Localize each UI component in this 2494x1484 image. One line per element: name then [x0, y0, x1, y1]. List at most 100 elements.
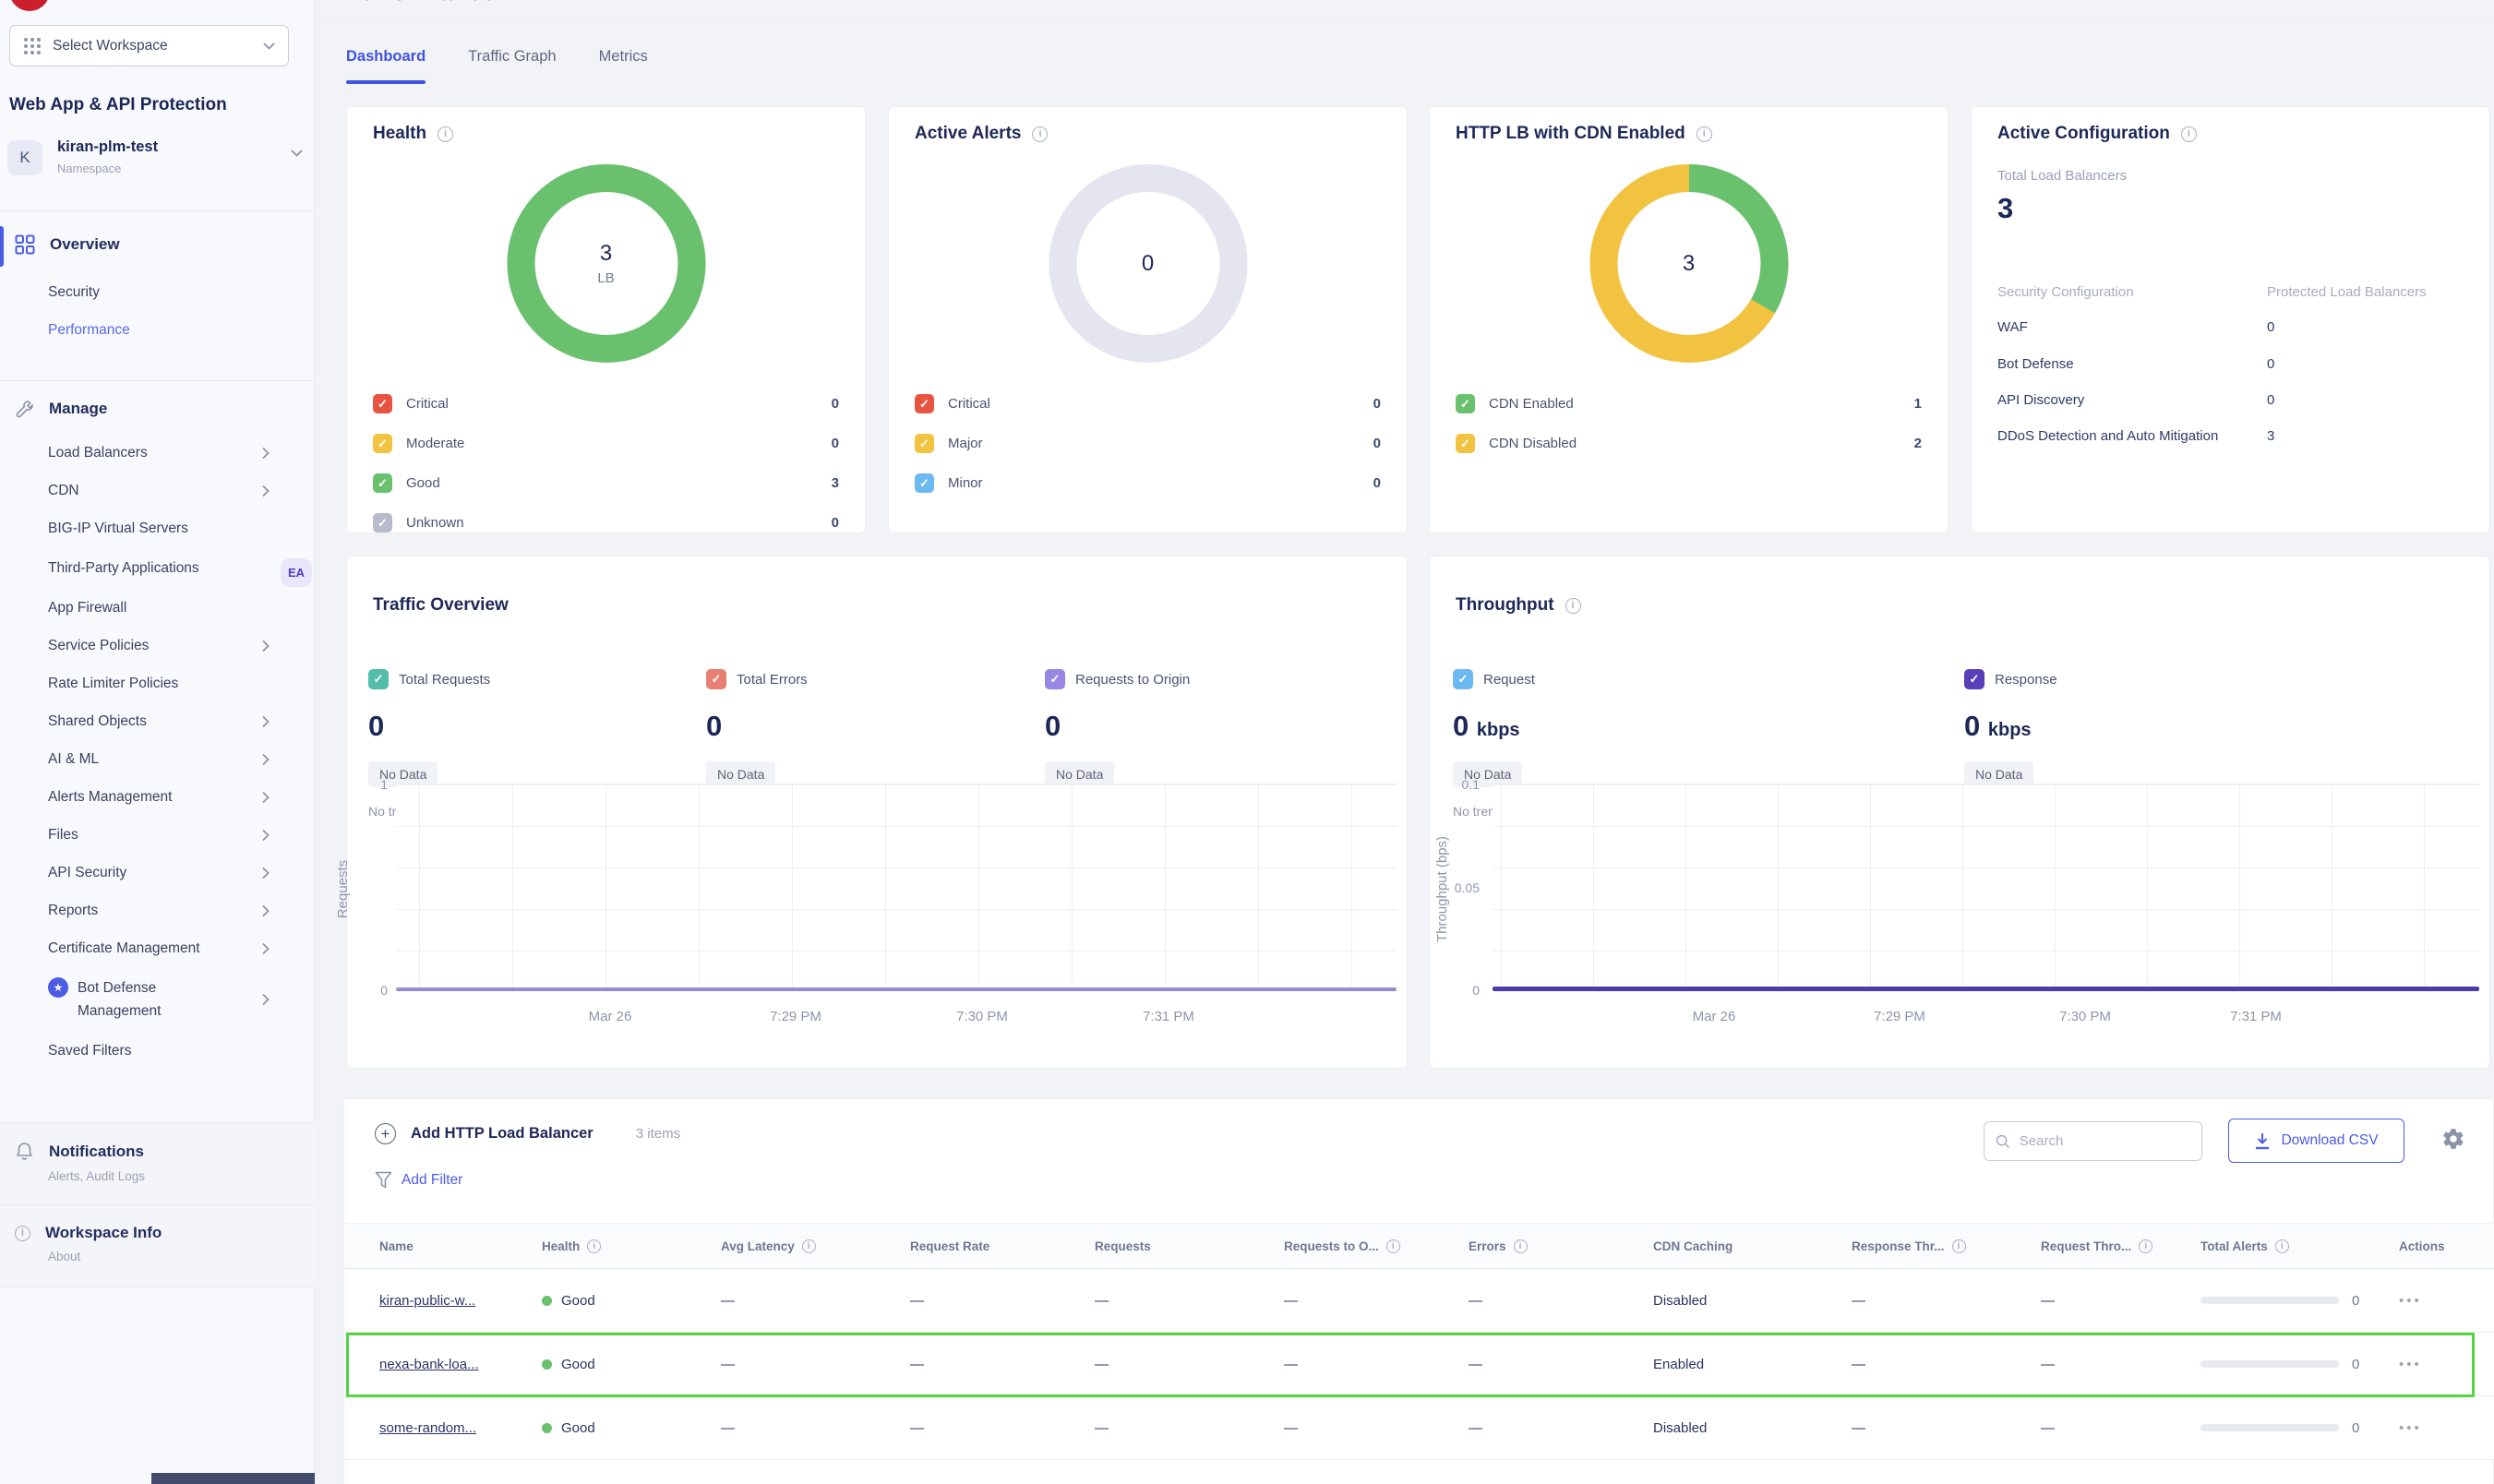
alerts-progress-bar	[2200, 1297, 2339, 1304]
info-icon[interactable]: i	[1952, 1239, 1966, 1253]
row-actions-menu-icon[interactable]: •••	[2399, 1293, 2422, 1309]
add-http-load-balancer-button[interactable]: + Add HTTP Load Balancer	[375, 1123, 594, 1144]
config-row-value: 0	[2267, 319, 2274, 335]
sidebar-item-certificate-management[interactable]: Certificate Management	[48, 929, 290, 967]
sidebar-item-rate-limiter-policies[interactable]: Rate Limiter Policies	[48, 664, 290, 702]
requests-to-origin-cell: —	[1284, 1420, 1469, 1436]
info-icon[interactable]: i	[2275, 1239, 2289, 1253]
sidebar-item-bot-defense-management[interactable]: ★ Bot Defense Management	[48, 967, 290, 1032]
sidebar-section-overview: Overview Security Performance	[0, 221, 315, 349]
row-actions-menu-icon[interactable]: •••	[2399, 1420, 2422, 1436]
info-icon[interactable]: i	[802, 1239, 816, 1253]
x-tick: 7:30 PM	[2059, 1009, 2111, 1024]
page-title: Performance	[343, 0, 731, 11]
sidebar-item-third-party-applications[interactable]: Third-Party ApplicationsEA	[48, 547, 260, 589]
y-axis-label: Requests	[335, 860, 351, 918]
sidebar-item-service-policies[interactable]: Service Policies	[48, 627, 290, 664]
col-health: Healthi	[542, 1239, 721, 1253]
response-value: 0	[1964, 710, 1980, 742]
x-tick: Mar 26	[589, 1009, 632, 1024]
info-icon[interactable]: i	[1032, 126, 1048, 142]
sidebar-item-files[interactable]: Files	[48, 816, 290, 854]
checkbox-response[interactable]: ✓	[1964, 669, 1984, 689]
sidebar-item-performance[interactable]: Performance	[48, 311, 290, 349]
legend-item-moderate: ✓Moderate0	[373, 424, 839, 463]
divider	[0, 380, 315, 381]
x-tick: 7:29 PM	[1874, 1009, 1925, 1024]
funnel-icon	[375, 1171, 392, 1190]
overview-heading-label: Overview	[50, 235, 120, 254]
workspace-selector[interactable]: Select Workspace	[9, 25, 289, 66]
info-icon[interactable]: i	[438, 126, 453, 142]
items-count: 3 items	[636, 1126, 680, 1142]
tab-traffic-graph[interactable]: Traffic Graph	[468, 48, 556, 84]
sidebar-item-shared-objects[interactable]: Shared Objects	[48, 702, 290, 740]
request-rate-cell: —	[910, 1357, 1095, 1372]
tab-dashboard[interactable]: Dashboard	[346, 48, 426, 84]
y-tick: 0.05	[1443, 880, 1480, 895]
lb-name-link[interactable]: nexa-bank-loa...	[379, 1357, 479, 1372]
requests-to-origin-cell: —	[1284, 1293, 1469, 1309]
avg-latency-cell: —	[721, 1293, 910, 1309]
sidebar-item-cdn[interactable]: CDN	[48, 472, 290, 509]
y-tick: 0	[1443, 983, 1480, 998]
total-alerts-cell: 0	[2200, 1357, 2399, 1372]
search-input[interactable]	[2020, 1133, 2190, 1149]
download-csv-button[interactable]: Download CSV	[2228, 1119, 2404, 1163]
app-root: Select Workspace Web App & API Protectio…	[0, 0, 2494, 1484]
col-avg-latency: Avg Latencyi	[721, 1239, 910, 1253]
sidebar-item-reports[interactable]: Reports	[48, 892, 290, 929]
info-icon[interactable]: i	[2181, 126, 2197, 142]
traffic-series-line	[396, 987, 1397, 991]
sidebar-item-alerts-management[interactable]: Alerts Management	[48, 778, 290, 816]
row-actions-menu-icon[interactable]: •••	[2399, 1357, 2422, 1372]
checkbox-critical[interactable]: ✓	[373, 394, 392, 413]
checkbox-request[interactable]: ✓	[1453, 669, 1473, 689]
lb-name-link[interactable]: kiran-public-w...	[379, 1293, 475, 1309]
sidebar-item-saved-filters[interactable]: Saved Filters	[48, 1032, 290, 1070]
config-row-value: 0	[2267, 356, 2274, 372]
legend-item-good: ✓Good3	[373, 463, 839, 503]
namespace-selector[interactable]: K kiran-plm-test Namespace	[7, 138, 303, 175]
checkbox-critical[interactable]: ✓	[915, 394, 934, 413]
cdn-donut-chart: 3	[1589, 164, 1788, 363]
tab-bar: Dashboard Traffic Graph Metrics	[346, 48, 648, 84]
health-donut-chart: 3LB	[507, 164, 705, 363]
checkbox-moderate[interactable]: ✓	[373, 434, 392, 453]
info-icon[interactable]: i	[1514, 1239, 1528, 1253]
chevron-right-icon	[262, 715, 270, 727]
sidebar-item-load-balancers[interactable]: Load Balancers	[48, 434, 290, 472]
y-tick: 0	[351, 983, 388, 998]
info-icon[interactable]: i	[1386, 1239, 1400, 1253]
sidebar-section-workspace-info[interactable]: i Workspace Info About	[0, 1204, 315, 1287]
tab-metrics[interactable]: Metrics	[599, 48, 648, 84]
sidebar-item-ai-ml[interactable]: AI & ML	[48, 740, 290, 778]
chevron-right-icon	[262, 791, 270, 803]
traffic-overview-card: Traffic Overview ✓Total Requests 0 No Da…	[346, 556, 1408, 1069]
info-icon[interactable]: i	[587, 1239, 601, 1253]
checkbox-total-requests[interactable]: ✓	[368, 669, 389, 689]
checkbox-total-errors[interactable]: ✓	[706, 669, 726, 689]
sidebar-item-app-firewall[interactable]: App Firewall	[48, 589, 290, 627]
table-settings-gear-icon[interactable]	[2441, 1127, 2465, 1151]
checkbox-unknown[interactable]: ✓	[373, 513, 392, 533]
checkbox-major[interactable]: ✓	[915, 434, 934, 453]
search-input-container[interactable]	[1984, 1121, 2202, 1161]
sidebar-item-bigip-virtual-servers[interactable]: BIG-IP Virtual Servers	[48, 509, 290, 547]
info-icon[interactable]: i	[1697, 126, 1712, 142]
info-icon[interactable]: i	[2139, 1239, 2152, 1253]
x-tick: 7:30 PM	[956, 1009, 1008, 1024]
sidebar-item-api-security[interactable]: API Security	[48, 854, 290, 892]
lb-name-link[interactable]: some-random...	[379, 1420, 476, 1436]
cdn-donut-value: 3	[1683, 251, 1695, 277]
checkbox-minor[interactable]: ✓	[915, 473, 934, 493]
add-filter-button[interactable]: Add Filter	[375, 1171, 462, 1190]
sidebar-section-notifications[interactable]: Notifications Alerts, Audit Logs	[0, 1122, 315, 1203]
sidebar-overview-heading[interactable]: Overview	[0, 229, 315, 260]
checkbox-good[interactable]: ✓	[373, 473, 392, 493]
checkbox-cdn-enabled[interactable]: ✓	[1456, 394, 1475, 413]
checkbox-cdn-disabled[interactable]: ✓	[1456, 434, 1475, 453]
checkbox-requests-to-origin[interactable]: ✓	[1045, 669, 1065, 689]
info-icon[interactable]: i	[1565, 598, 1581, 614]
sidebar-item-security[interactable]: Security	[48, 273, 290, 311]
